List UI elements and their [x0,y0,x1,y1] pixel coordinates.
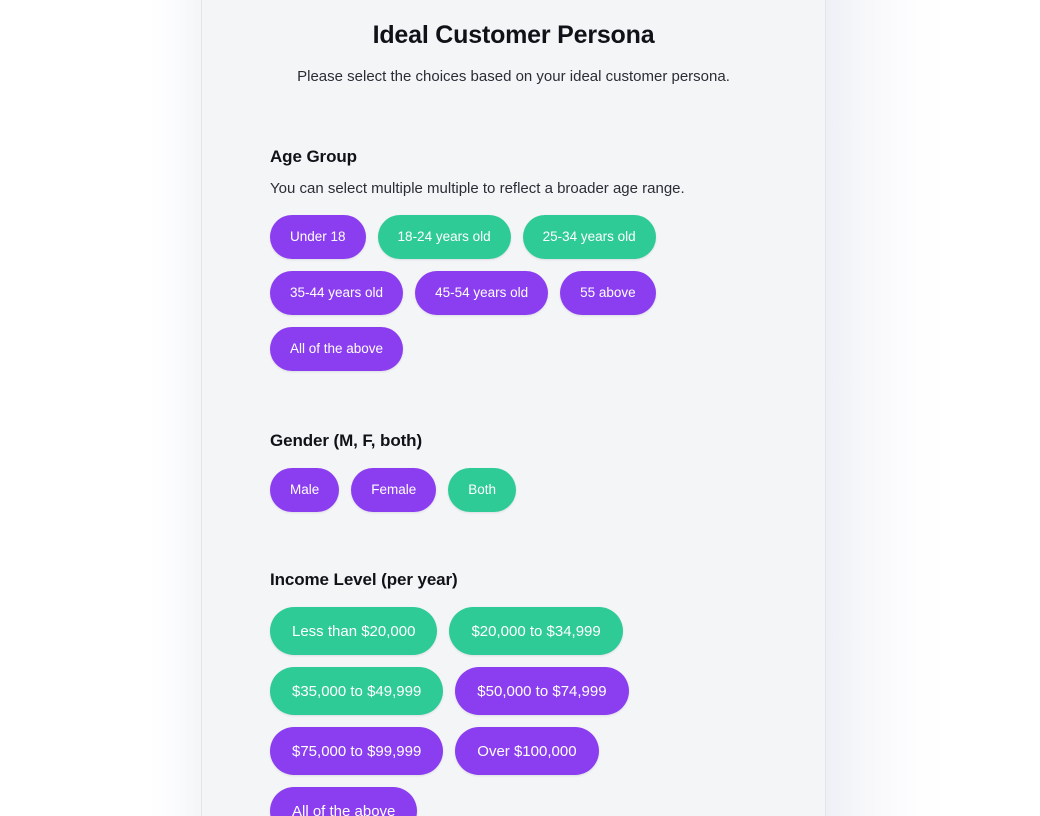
option-pill[interactable]: $20,000 to $34,999 [449,607,623,655]
option-pill[interactable]: 55 above [560,271,656,315]
option-pill[interactable]: Both [448,468,517,512]
option-pill[interactable]: 18-24 years old [377,215,511,259]
section-gender: Gender (M, F, both) Male Female Both [202,429,825,512]
option-pill[interactable]: Male [270,468,340,512]
card-content: Ideal Customer Persona Please select the… [202,0,825,816]
option-pill[interactable]: Less than $20,000 [270,607,438,655]
persona-form-card: Ideal Customer Persona Please select the… [201,0,826,816]
pill-group-age-group: Under 18 18-24 years old 25-34 years old 35… [270,215,670,371]
option-pill[interactable]: Over $100,000 [455,727,599,775]
option-pill[interactable]: $50,000 to $74,999 [455,667,629,715]
option-pill[interactable]: All of the above [270,327,404,371]
section-income-level: Income Level (per year) Less than $20,00… [202,568,825,816]
option-pill[interactable]: 25-34 years old [522,215,656,259]
option-pill[interactable]: $35,000 to $49,999 [270,667,444,715]
page-subtitle: Please select the choices based on your … [297,68,730,85]
option-pill[interactable]: $75,000 to $99,999 [270,727,444,775]
section-hint-age-group: You can select multiple multiple to refl… [270,180,685,197]
section-title-gender: Gender (M, F, both) [270,431,423,450]
pill-group-gender: Male Female Both [270,468,670,512]
section-title-income-level: Income Level (per year) [270,570,458,589]
section-title-age-group: Age Group [270,147,357,166]
app-root: Ideal Customer Persona Please select the… [0,0,1040,816]
option-pill[interactable]: All of the above [270,787,418,816]
pill-group-income-level: Less than $20,000 $20,000 to $34,999 $35,0… [270,607,670,816]
page-left-gradient [150,0,202,816]
page-title: Ideal Customer Persona [372,21,655,49]
page-right-gradient [826,0,946,816]
option-pill[interactable]: 35-44 years old [270,271,404,315]
option-pill[interactable]: Under 18 [270,215,366,259]
option-pill[interactable]: Female [351,468,437,512]
section-age-group: Age Group You can select multiple multip… [202,145,825,371]
option-pill[interactable]: 45-54 years old [415,271,549,315]
